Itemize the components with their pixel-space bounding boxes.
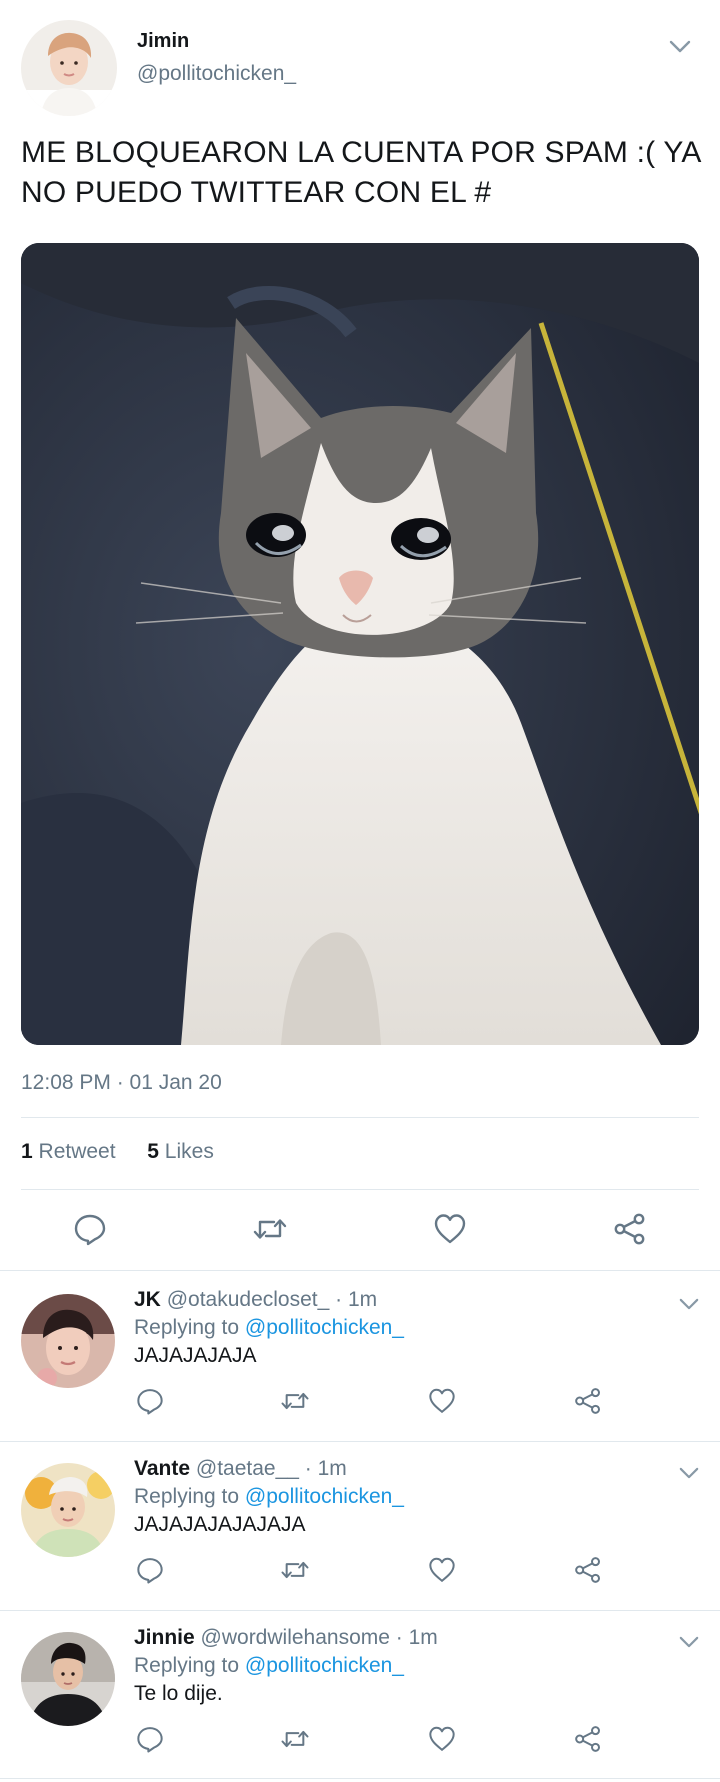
reply-tweet[interactable]: JK @otakudecloset_ · 1m Replying to @pol… [0,1272,720,1440]
chevron-down-icon[interactable] [679,1636,699,1649]
replying-to-prefix: Replying to [134,1485,240,1508]
mention-link[interactable]: @pollitochicken_ [245,1316,404,1339]
replying-to: Replying to @pollitochicken_ [134,1485,404,1509]
avatar[interactable] [21,1294,115,1388]
replying-to-prefix: Replying to [134,1654,240,1677]
replying-to-prefix: Replying to [134,1316,240,1339]
like-count[interactable]: 5 [147,1140,159,1163]
reply-icon[interactable] [135,1386,165,1416]
reply-tweet[interactable]: Vante @taetae__ · 1m Replying to @pollit… [0,1441,720,1609]
heart-icon[interactable] [427,1724,457,1754]
reply-header: JK @otakudecloset_ · 1m [134,1288,377,1312]
reply-text: JAJAJAJAJAJAJA [134,1513,306,1536]
reply-text: Te lo dije. [134,1682,223,1705]
mention-link[interactable]: @pollitochicken_ [245,1485,404,1508]
reply-header: Vante @taetae__ · 1m [134,1457,347,1481]
divider [21,1189,699,1190]
heart-icon[interactable] [427,1386,457,1416]
tweet-header: Jimin @pollitochicken_ [21,20,701,116]
avatar[interactable] [21,1463,115,1557]
divider [0,1270,720,1271]
replying-to: Replying to @pollitochicken_ [134,1316,404,1340]
divider [21,1117,699,1118]
chevron-down-icon[interactable] [669,40,691,54]
replying-to: Replying to @pollitochicken_ [134,1654,404,1678]
heart-icon[interactable] [432,1211,468,1247]
share-icon[interactable] [573,1386,603,1416]
mention-link[interactable]: @pollitochicken_ [245,1654,404,1677]
share-icon[interactable] [573,1724,603,1754]
tweet-stats: 1 Retweet 5 Likes [21,1140,214,1164]
reply-header: Jinnie @wordwilehansome · 1m [134,1626,438,1650]
reply-text: JAJAJAJAJA [134,1344,257,1367]
tweet-text: ME BLOQUEARON LA CUENTA POR SPAM :( YA N… [21,136,700,209]
retweet-icon[interactable] [280,1555,310,1585]
divider [0,1778,720,1779]
crying-cat-photo [21,243,699,1045]
tweet-media-image[interactable] [21,243,699,1045]
retweet-icon[interactable] [280,1724,310,1754]
reply-author-name[interactable]: Jinnie [134,1626,195,1649]
author-handle[interactable]: @pollitochicken_ [137,62,296,86]
heart-icon[interactable] [427,1555,457,1585]
tweet-timestamp: 12:08 PM · 01 Jan 20 [21,1071,222,1094]
reply-icon[interactable] [72,1211,108,1247]
reply-meta: @wordwilehansome · 1m [200,1626,438,1649]
author-name[interactable]: Jimin [137,30,189,53]
like-label[interactable]: Likes [165,1140,214,1163]
author-avatar[interactable] [21,20,117,116]
retweet-count[interactable]: 1 [21,1140,33,1163]
share-icon[interactable] [573,1555,603,1585]
reply-tweet[interactable]: Jinnie @wordwilehansome · 1m Replying to… [0,1610,720,1778]
reply-meta: @otakudecloset_ · 1m [166,1288,378,1311]
reply-meta: @taetae__ · 1m [195,1457,347,1480]
avatar[interactable] [21,1632,115,1726]
reply-author-name[interactable]: JK [134,1288,161,1311]
retweet-icon[interactable] [252,1211,288,1247]
reply-author-name[interactable]: Vante [134,1457,190,1480]
share-icon[interactable] [612,1211,648,1247]
reply-icon[interactable] [135,1555,165,1585]
chevron-down-icon[interactable] [679,1298,699,1311]
reply-icon[interactable] [135,1724,165,1754]
retweet-label[interactable]: Retweet [39,1140,116,1163]
chevron-down-icon[interactable] [679,1467,699,1480]
retweet-icon[interactable] [280,1386,310,1416]
